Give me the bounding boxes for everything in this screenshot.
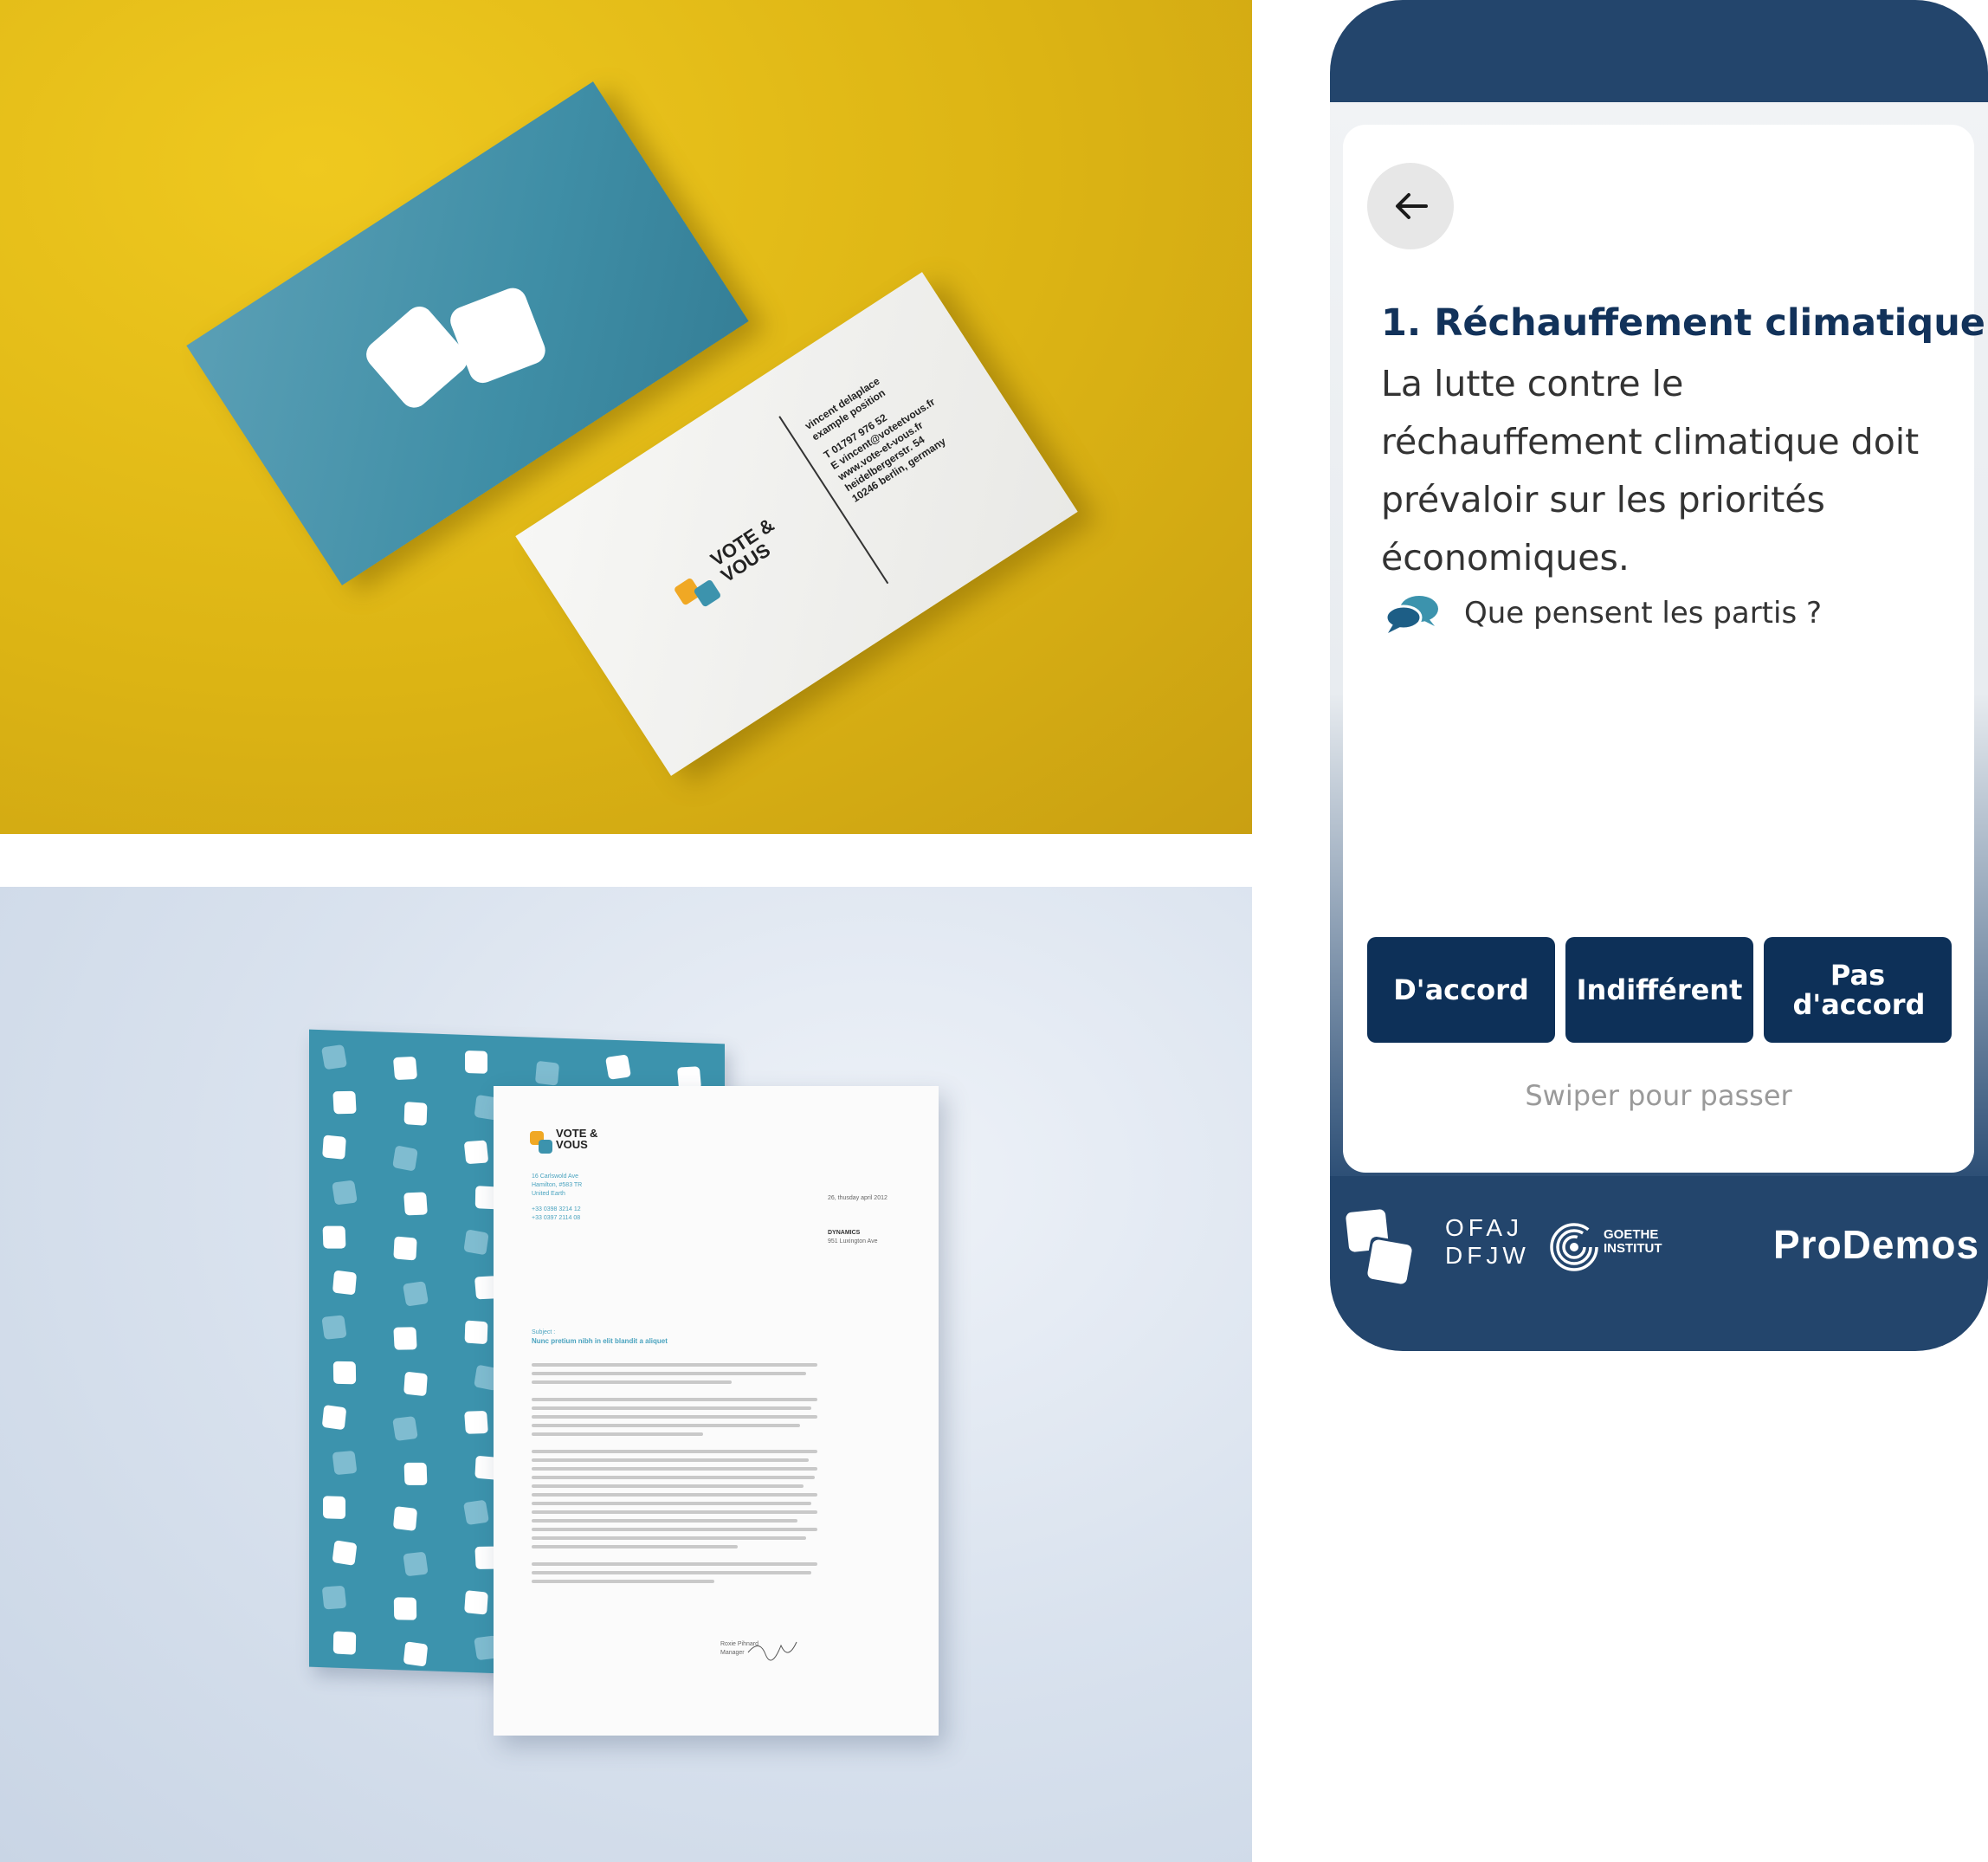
partner-footer: OFAJ DFJW GOETHE INSTITUT ProDemos bbox=[1330, 1195, 1988, 1290]
text-line bbox=[532, 1571, 812, 1574]
text-line bbox=[532, 1432, 703, 1436]
pattern-square bbox=[332, 1631, 357, 1655]
goethe-rings-icon bbox=[1550, 1223, 1598, 1271]
text-line bbox=[532, 1450, 817, 1453]
disagree-button-label: Pas d'accord bbox=[1792, 959, 1926, 1021]
text-line bbox=[532, 1545, 738, 1548]
pattern-square bbox=[332, 1180, 358, 1206]
pattern-square bbox=[332, 1090, 357, 1115]
text-line bbox=[532, 1476, 815, 1479]
letter-brand: VOTE & VOUS bbox=[556, 1127, 598, 1151]
pattern-square bbox=[392, 1415, 418, 1441]
pattern-square bbox=[393, 1327, 417, 1350]
pattern-square bbox=[332, 1361, 357, 1385]
pattern-square bbox=[464, 1590, 488, 1615]
letter-subject: Subject : Nunc pretium nibh in elit blan… bbox=[532, 1329, 668, 1345]
pattern-square bbox=[403, 1551, 429, 1577]
parties-link-label: Que pensent les partis ? bbox=[1464, 596, 1823, 630]
text-line bbox=[532, 1363, 817, 1367]
pattern-square bbox=[403, 1192, 428, 1216]
pattern-square bbox=[321, 1585, 347, 1610]
pattern-square bbox=[322, 1225, 346, 1249]
pattern-square bbox=[332, 1270, 358, 1296]
text-line bbox=[532, 1528, 817, 1531]
text-line bbox=[532, 1467, 817, 1471]
text-line bbox=[532, 1372, 806, 1375]
text-line bbox=[532, 1493, 817, 1497]
pattern-square bbox=[392, 1145, 418, 1172]
letter-sender-address: 16 Carlswold Ave Hamilton, #583 TR Unite… bbox=[532, 1173, 583, 1221]
speech-bubbles-icon bbox=[1384, 596, 1438, 633]
question-title: 1. Réchauffement climatique bbox=[1381, 301, 1985, 345]
text-line bbox=[532, 1398, 817, 1401]
pattern-square bbox=[392, 1056, 418, 1081]
pattern-square bbox=[463, 1140, 489, 1165]
pattern-square bbox=[321, 1315, 347, 1340]
prodemos-logo: ProDemos bbox=[1773, 1222, 1980, 1267]
letter-signature: Roxie Pihnard Manager bbox=[720, 1640, 797, 1661]
pattern-square bbox=[321, 1404, 347, 1431]
pattern-square bbox=[393, 1236, 417, 1261]
pattern-square bbox=[392, 1505, 418, 1531]
goethe-institut-logo: GOETHE INSTITUT bbox=[1548, 1221, 1678, 1273]
text-line bbox=[532, 1424, 801, 1427]
pattern-square bbox=[332, 1450, 358, 1476]
ofaj-logo: OFAJ DFJW bbox=[1445, 1214, 1530, 1269]
business-cards-mockup: VOTE & VOUS vincent delaplace example po… bbox=[0, 0, 1252, 834]
pattern-square bbox=[462, 1499, 490, 1526]
pattern-square bbox=[403, 1462, 428, 1485]
letter-date: 26, thusday april 2012 bbox=[828, 1195, 888, 1201]
pattern-square bbox=[393, 1597, 417, 1620]
pattern-square bbox=[332, 1540, 358, 1566]
arrow-left-icon bbox=[1396, 193, 1428, 219]
pattern-square bbox=[464, 1320, 488, 1345]
text-line bbox=[532, 1510, 817, 1514]
card-contact-block: vincent delaplace example position T 017… bbox=[802, 374, 948, 505]
text-line bbox=[532, 1380, 732, 1384]
text-line bbox=[532, 1406, 812, 1410]
phone-frame: 1. Réchauffement climatique La lutte con… bbox=[1330, 0, 1988, 1351]
agree-button[interactable]: D'accord bbox=[1367, 937, 1555, 1043]
pattern-square bbox=[464, 1410, 488, 1434]
logo-square-right bbox=[446, 283, 550, 387]
letter-body-text bbox=[532, 1363, 817, 1583]
text-line bbox=[532, 1580, 715, 1583]
text-line bbox=[532, 1458, 810, 1462]
letter-sheet: VOTE & VOUS 16 Carlswold Ave Hamilton, #… bbox=[494, 1086, 939, 1736]
neutral-button[interactable]: Indifférent bbox=[1565, 937, 1753, 1043]
pattern-square bbox=[320, 1044, 348, 1070]
question-statement: La lutte contre le réchauffement climati… bbox=[1381, 363, 1920, 579]
text-line bbox=[532, 1519, 797, 1523]
text-line bbox=[532, 1536, 806, 1540]
back-button[interactable] bbox=[1367, 163, 1454, 249]
letter-recipient: DYNAMICS 951 Luxington Ave bbox=[828, 1230, 878, 1245]
text-line bbox=[532, 1415, 817, 1419]
parties-opinions-link[interactable]: Que pensent les partis ? bbox=[1381, 587, 1822, 639]
disagree-button[interactable]: Pas d'accord bbox=[1764, 937, 1952, 1043]
pattern-square bbox=[465, 1050, 487, 1074]
pattern-square bbox=[403, 1102, 428, 1126]
pattern-square bbox=[534, 1060, 560, 1086]
pattern-square bbox=[402, 1281, 429, 1307]
letterhead-mockup: VOTE & VOUS 16 Carlswold Ave Hamilton, #… bbox=[0, 887, 1252, 1862]
pattern-square bbox=[322, 1135, 346, 1160]
vote-vous-logo-mark bbox=[1344, 1207, 1417, 1289]
question-card[interactable]: 1. Réchauffement climatique La lutte con… bbox=[1343, 125, 1985, 1173]
pattern-square bbox=[604, 1054, 632, 1080]
text-line bbox=[532, 1562, 817, 1566]
pattern-square bbox=[403, 1641, 429, 1667]
text-line bbox=[532, 1502, 812, 1505]
swipe-hint: Swiper pour passer bbox=[1525, 1079, 1792, 1112]
pattern-square bbox=[403, 1371, 428, 1397]
pattern-square bbox=[463, 1229, 489, 1256]
pattern-square bbox=[323, 1496, 345, 1520]
text-line bbox=[532, 1484, 804, 1488]
